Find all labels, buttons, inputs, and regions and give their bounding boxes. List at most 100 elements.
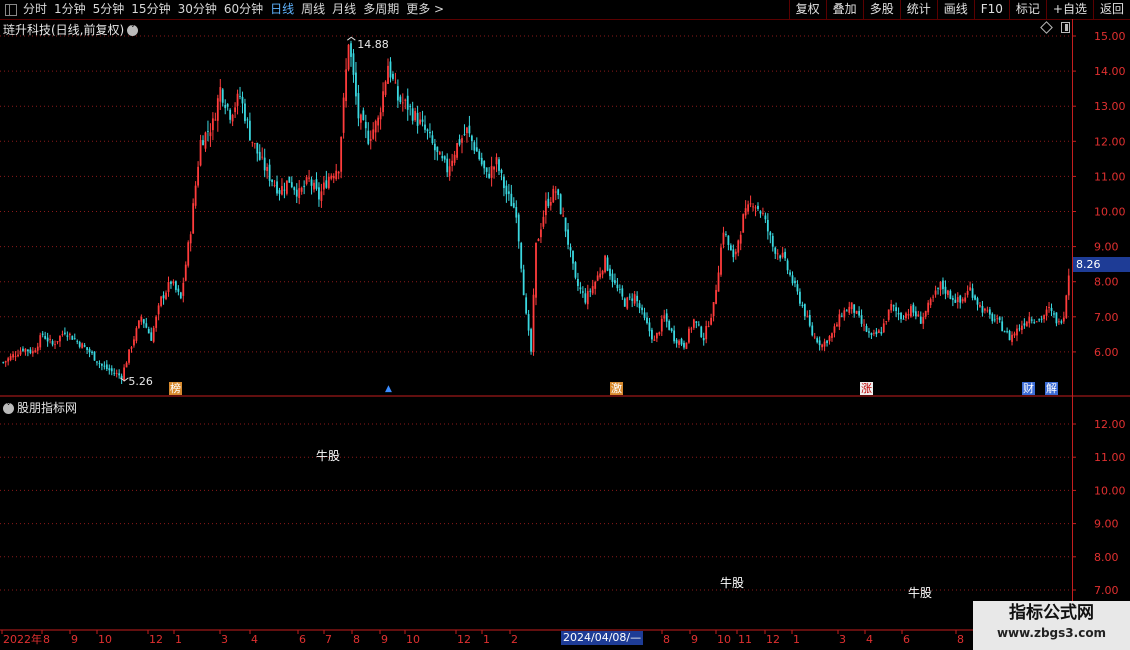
candlestick: [821, 343, 824, 351]
indicator-title-text: 股朋指标网: [17, 401, 78, 415]
candle-body: [172, 281, 175, 284]
candlestick: [147, 326, 150, 334]
candlestick: [167, 276, 170, 297]
bull-stock-label: 牛股: [720, 576, 745, 590]
candlestick: [771, 233, 774, 252]
candlestick: [1067, 268, 1070, 300]
candlestick: [628, 293, 631, 301]
candle-body: [762, 213, 764, 214]
candlestick: [996, 314, 999, 324]
candle-body: [17, 354, 19, 357]
candlestick: [907, 308, 910, 320]
candlestick: [49, 334, 51, 344]
candle-body: [468, 125, 471, 134]
candlestick: [685, 342, 688, 350]
sub-y-tick-label: 7.00: [1094, 584, 1119, 597]
candle-body: [493, 166, 495, 170]
candlestick: [192, 198, 195, 234]
candle-body: [707, 326, 710, 327]
x-tick-label: 9: [691, 633, 698, 646]
candlestick: [848, 301, 851, 316]
candlestick: [747, 200, 750, 215]
candle-body: [281, 186, 283, 195]
candle-body: [670, 328, 673, 332]
candlestick: [157, 303, 160, 321]
candlestick: [401, 93, 404, 112]
candlestick: [137, 320, 140, 329]
candlestick: [567, 222, 569, 250]
candlestick: [1028, 311, 1031, 328]
side-panel-icon[interactable]: [1061, 22, 1070, 33]
candle-body: [392, 73, 394, 79]
candle-body: [478, 151, 481, 160]
sub-y-tick-label: 9.00: [1094, 518, 1119, 531]
candlestick: [266, 163, 269, 179]
chevron-down-icon[interactable]: ˅: [3, 403, 14, 414]
candle-body: [448, 166, 451, 176]
signal-zhang[interactable]: 涨: [860, 382, 873, 395]
candle-body: [7, 358, 10, 362]
candle-body: [96, 361, 98, 363]
candle-body: [515, 207, 518, 218]
candlestick: [1040, 315, 1043, 323]
candlestick: [623, 297, 626, 307]
candle-body: [456, 143, 458, 158]
candle-body: [140, 316, 143, 322]
candlestick: [880, 326, 883, 336]
candle-body: [41, 333, 44, 335]
candlestick: [1025, 320, 1028, 327]
candlestick: [1006, 327, 1009, 334]
candlestick: [26, 349, 29, 357]
candlestick: [194, 181, 197, 209]
candle-body: [130, 347, 133, 349]
chevron-down-icon[interactable]: ˅: [127, 25, 139, 36]
candle-body: [618, 289, 621, 290]
candle-body: [330, 175, 333, 179]
candle-body: [739, 234, 742, 244]
signal-jie[interactable]: 解: [1045, 382, 1058, 395]
candlestick: [409, 103, 412, 116]
candle-body: [744, 208, 747, 216]
candlestick: [105, 360, 108, 372]
candlestick: [964, 292, 967, 303]
candle-body: [113, 372, 116, 374]
candle-body: [831, 333, 833, 338]
candle-body: [1030, 319, 1033, 321]
candle-body: [796, 284, 799, 292]
candle-body: [335, 170, 338, 180]
chart-canvas[interactable]: 15.00 14.00 13.00 12.00 11.00 10.00 9.00 8.00 7.…: [0, 0, 1130, 650]
candlestick: [552, 185, 555, 204]
candle-body: [236, 93, 239, 106]
candle-body: [197, 166, 199, 186]
candle-body: [577, 278, 579, 286]
sub-chart-title[interactable]: ˅ 股朋指标网: [3, 399, 77, 416]
candle-body: [271, 179, 273, 182]
signal-cai[interactable]: 财: [1022, 382, 1035, 395]
up-arrow-icon[interactable]: ▲: [384, 383, 393, 396]
main-chart-title[interactable]: 琏升科技(日线,前复权) ˅: [3, 21, 139, 38]
candle-body: [855, 310, 858, 314]
candlestick: [549, 197, 552, 211]
candlestick: [392, 71, 394, 81]
x-tick-label: 1: [483, 633, 490, 646]
candle-body: [350, 43, 352, 57]
candlestick: [641, 304, 643, 315]
signal-bang[interactable]: 榜: [169, 382, 182, 395]
candlestick: [690, 326, 693, 333]
stock-title-text: 琏升科技(日线,前复权): [3, 23, 125, 37]
candlestick: [19, 347, 22, 356]
candle-body: [614, 280, 616, 284]
candle-body: [416, 112, 419, 126]
signal-ji[interactable]: 激: [610, 382, 623, 395]
candlestick: [424, 115, 426, 133]
current-price-tag: 8.26: [1073, 257, 1130, 272]
candlestick: [577, 272, 579, 291]
y-tick-label: 14.00: [1094, 65, 1126, 78]
candle-body: [591, 286, 594, 294]
candlestick: [564, 217, 567, 238]
candlestick: [759, 210, 762, 218]
candlestick: [229, 108, 232, 124]
candle-body: [367, 130, 370, 144]
candlestick: [947, 289, 949, 298]
candle-body: [147, 328, 150, 334]
